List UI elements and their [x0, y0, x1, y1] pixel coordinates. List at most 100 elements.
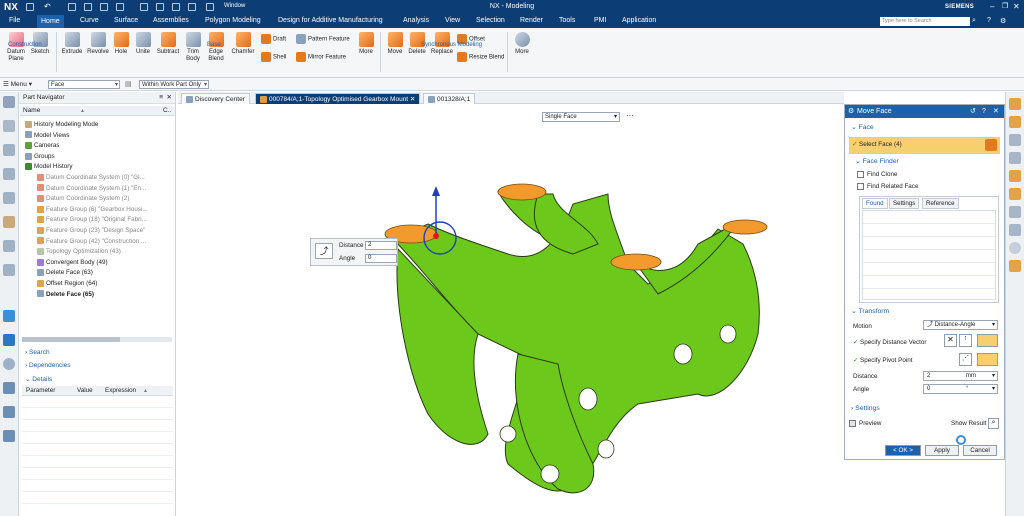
tab-polygon-modeling[interactable]: Polygon Modeling: [205, 17, 261, 24]
pan-view-icon[interactable]: [1009, 152, 1021, 164]
web-browser-icon[interactable]: [3, 310, 15, 322]
tree-item[interactable]: Model History: [25, 162, 73, 172]
tab-curve[interactable]: Curve: [80, 17, 99, 24]
top-face-right[interactable]: [722, 219, 768, 235]
unite-button[interactable]: Unite: [133, 32, 153, 55]
tab-pmi[interactable]: PMI: [594, 17, 606, 24]
resize-blend-button[interactable]: Resize Blend: [457, 52, 504, 62]
gearbox-mount-model[interactable]: [178, 104, 844, 516]
tree-item[interactable]: Feature Group (18) "Original Fabri...: [37, 215, 147, 225]
part-icon[interactable]: [3, 192, 15, 204]
face-select-icon[interactable]: [985, 139, 997, 151]
section-view-icon[interactable]: [1009, 206, 1021, 218]
tree-item[interactable]: Model Views: [25, 131, 70, 141]
tree-item[interactable]: Feature Group (23) "Design Space": [37, 226, 145, 236]
close-icon[interactable]: ✕: [1013, 2, 1020, 11]
help-icon[interactable]: ?: [987, 17, 991, 24]
tree-item[interactable]: Delete Face (65): [37, 290, 94, 300]
trim-body-button[interactable]: Trim Body: [184, 32, 202, 63]
distance-input[interactable]: 2: [365, 241, 397, 250]
view-manager-icon[interactable]: [3, 240, 15, 252]
chamfer-button[interactable]: Chamfer: [230, 32, 256, 55]
tab-reference[interactable]: Reference: [922, 198, 959, 209]
pivot-point-row[interactable]: ✓ Specify Pivot Point: [853, 357, 913, 364]
scrollbar-thumb[interactable]: [22, 337, 120, 342]
move-button[interactable]: Move: [385, 32, 405, 55]
shell-button[interactable]: Shell: [261, 52, 286, 62]
top-face-middle[interactable]: [610, 253, 662, 271]
find-clone-checkbox[interactable]: Find Clone: [857, 171, 897, 178]
tree-item[interactable]: Datum Coordinate System (2): [37, 194, 129, 204]
camera-icon[interactable]: [1009, 224, 1021, 236]
tab-design-additive[interactable]: Design for Additive Manufacturing: [278, 17, 383, 24]
close-tab-icon[interactable]: ✕: [410, 96, 415, 103]
tab-analysis[interactable]: Analysis: [403, 17, 429, 24]
vector-inference-button[interactable]: [977, 334, 998, 347]
base-more-button[interactable]: More: [356, 32, 376, 55]
tree-item[interactable]: Datum Coordinate System (0) "Gl...: [37, 173, 145, 183]
subtract-button[interactable]: Subtract: [155, 32, 181, 55]
tree-item[interactable]: History Modeling Mode: [25, 120, 98, 130]
part-navigator-icon[interactable]: [3, 120, 15, 132]
tab-found[interactable]: Found: [862, 198, 888, 209]
angle-input[interactable]: 0 °: [923, 384, 998, 394]
distance-vector-row[interactable]: ✓ Specify Distance Vector: [853, 339, 927, 346]
column-value[interactable]: Value: [77, 386, 93, 396]
role-icon[interactable]: [3, 406, 15, 418]
menu-button[interactable]: ☰ Menu ▾: [3, 80, 32, 88]
tab-gearbox-mount[interactable]: 000784/A;1-Topology Optimised Gearbox Mo…: [255, 93, 421, 104]
maximize-icon[interactable]: ❐: [1002, 2, 1008, 10]
tree-item[interactable]: Delete Face (63): [37, 268, 93, 278]
tab-surface[interactable]: Surface: [114, 17, 138, 24]
horizontal-scrollbar[interactable]: [22, 337, 172, 342]
tree-item[interactable]: Topology Optimization (43): [37, 247, 121, 257]
palette-icon[interactable]: [3, 430, 15, 442]
find-related-face-checkbox[interactable]: Find Related Face: [857, 183, 918, 190]
tab-settings[interactable]: Settings: [889, 198, 920, 209]
tree-item[interactable]: Cameras: [25, 141, 60, 151]
history-icon[interactable]: [3, 358, 15, 370]
tab-application[interactable]: Application: [622, 17, 656, 24]
orient-view-icon[interactable]: [1009, 188, 1021, 200]
direction-icon[interactable]: ⤴: [315, 243, 333, 259]
assembly-navigator-icon[interactable]: [3, 144, 15, 156]
preview-checkbox[interactable]: Preview: [849, 420, 881, 427]
transform-section-header[interactable]: ⌄ Transform: [851, 307, 889, 315]
process-studio-icon[interactable]: [3, 334, 15, 346]
settings-icon[interactable]: ⚙: [1000, 17, 1006, 25]
hole-button[interactable]: Hole: [112, 32, 130, 55]
tab-selection[interactable]: Selection: [476, 17, 505, 24]
constraint-navigator-icon[interactable]: [3, 168, 15, 180]
fit-view-icon[interactable]: [1009, 98, 1021, 110]
column-expression[interactable]: Expression: [105, 386, 136, 396]
column-c[interactable]: C..: [163, 106, 171, 116]
filter-icon[interactable]: ▤: [125, 80, 132, 88]
tree-item[interactable]: Feature Group (42) "Construction ...: [37, 237, 146, 247]
column-parameter[interactable]: Parameter: [26, 386, 55, 396]
cancel-button[interactable]: Cancel: [963, 445, 997, 456]
point-dialog-icon[interactable]: ⋰: [959, 353, 972, 366]
close-icon[interactable]: ✕: [993, 105, 999, 118]
origin-point[interactable]: [433, 233, 439, 239]
system-materials-icon[interactable]: [3, 382, 15, 394]
tree-item[interactable]: Groups: [25, 152, 55, 162]
tree-item[interactable]: Offset Region (64): [37, 279, 97, 289]
draft-button[interactable]: Draft: [261, 34, 286, 44]
tab-file[interactable]: File: [9, 17, 20, 24]
extrude-button[interactable]: Extrude: [60, 32, 84, 55]
reuse-library-icon[interactable]: [3, 216, 15, 228]
search-section[interactable]: › Search: [25, 349, 50, 356]
zoom-icon[interactable]: [1009, 116, 1021, 128]
top-face-back[interactable]: [497, 183, 547, 201]
gear-icon[interactable]: ⚙: [848, 105, 854, 118]
type-filter-select[interactable]: Face: [48, 80, 120, 89]
rotate-view-icon[interactable]: [1009, 134, 1021, 146]
minimize-icon[interactable]: –: [990, 2, 994, 11]
tab-tools[interactable]: Tools: [559, 17, 575, 24]
distance-input[interactable]: 2 mm: [923, 371, 998, 381]
more-button[interactable]: More: [512, 32, 532, 55]
help-icon[interactable]: ?: [982, 105, 986, 118]
selection-scope-select[interactable]: Within Work Part Only: [139, 80, 209, 89]
tree-item[interactable]: Convergent Body (49): [37, 258, 108, 268]
motion-select[interactable]: ⤴ Distance-Angle: [923, 320, 998, 330]
